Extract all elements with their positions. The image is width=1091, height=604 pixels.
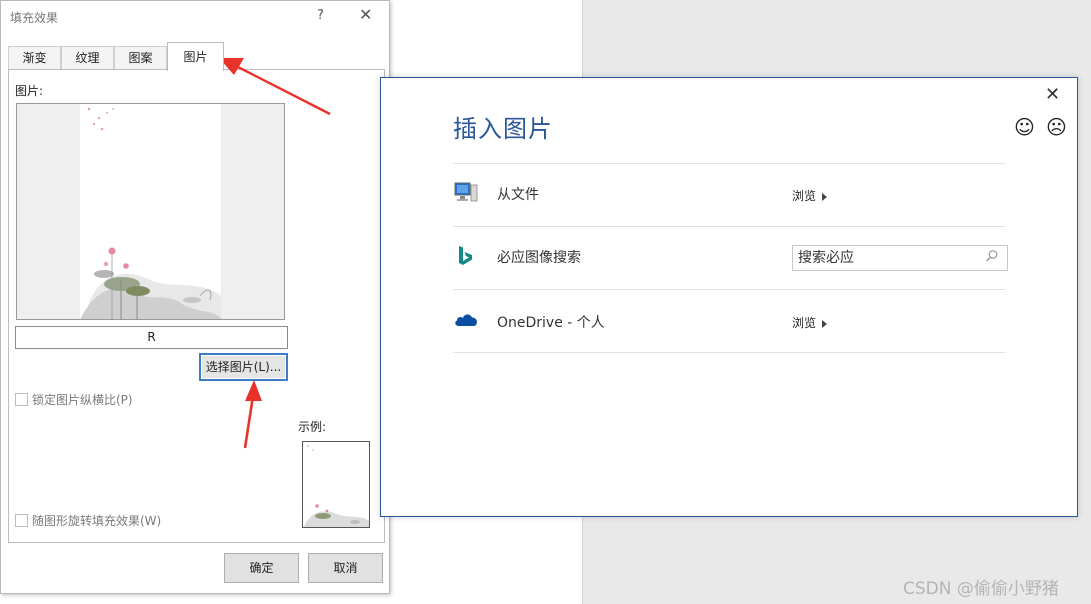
- rotate-with-shape-label: 随图形旋转填充效果(W): [32, 514, 162, 528]
- picture-label: 图片:: [15, 84, 44, 98]
- chevron-right-icon: [822, 319, 828, 328]
- separator: [453, 352, 1005, 353]
- dialog-title: 插入图片: [453, 115, 553, 143]
- tab-gradient[interactable]: 渐变: [8, 46, 61, 70]
- tab-picture[interactable]: 图片: [167, 42, 224, 71]
- onedrive-icon: [455, 314, 477, 326]
- lock-aspect-option[interactable]: 锁定图片纵横比(P): [15, 391, 133, 408]
- picture-preview: [16, 103, 285, 320]
- tab-texture[interactable]: 纹理: [61, 46, 114, 70]
- chevron-right-icon: [822, 192, 828, 201]
- lotus-painting-image: [80, 107, 221, 319]
- smile-icon[interactable]: ☺: [1014, 115, 1035, 139]
- computer-icon: [454, 182, 478, 202]
- rotate-with-shape-option[interactable]: 随图形旋转填充效果(W): [15, 512, 161, 529]
- bing-search-label: 必应图像搜索: [497, 250, 581, 266]
- sample-label: 示例:: [298, 420, 327, 434]
- browse-label: 浏览: [792, 316, 817, 330]
- onedrive-label: OneDrive - 个人: [497, 315, 605, 331]
- onedrive-browse-link[interactable]: 浏览: [792, 314, 828, 331]
- bing-search-input[interactable]: 搜索必应: [792, 245, 1008, 271]
- select-picture-button[interactable]: 选择图片(L)...: [199, 353, 288, 381]
- watermark: CSDN @偷偷小野猪: [903, 579, 1059, 599]
- lock-aspect-label: 锁定图片纵横比(P): [32, 393, 133, 407]
- cancel-button[interactable]: 取消: [308, 553, 383, 583]
- separator: [453, 226, 1005, 227]
- search-icon[interactable]: [985, 249, 999, 263]
- rotate-with-shape-checkbox[interactable]: [15, 514, 28, 527]
- help-button[interactable]: ?: [317, 8, 324, 23]
- lock-aspect-checkbox[interactable]: [15, 393, 28, 406]
- tab-pattern[interactable]: 图案: [114, 46, 167, 70]
- frown-icon[interactable]: ☹: [1046, 115, 1067, 139]
- separator: [453, 289, 1005, 290]
- sample-image: [303, 445, 369, 527]
- insert-pictures-dialog: ✕ 插入图片 ☺ ☹ 从文件 浏览 必应图像搜索 搜索必应 OneDrive -…: [380, 77, 1078, 517]
- ok-button[interactable]: 确定: [224, 553, 299, 583]
- browse-label: 浏览: [792, 189, 817, 203]
- sample-preview: [302, 441, 370, 528]
- preview-image: [80, 104, 221, 319]
- close-icon[interactable]: ✕: [1045, 84, 1060, 105]
- separator: [453, 163, 1005, 164]
- close-icon[interactable]: ✕: [359, 5, 372, 24]
- from-file-browse-link[interactable]: 浏览: [792, 187, 828, 204]
- bing-icon: [459, 246, 472, 265]
- picture-filename-field: R: [15, 326, 288, 349]
- dialog-title: 填充效果: [10, 11, 59, 25]
- from-file-label: 从文件: [497, 187, 539, 203]
- search-placeholder: 搜索必应: [798, 250, 854, 266]
